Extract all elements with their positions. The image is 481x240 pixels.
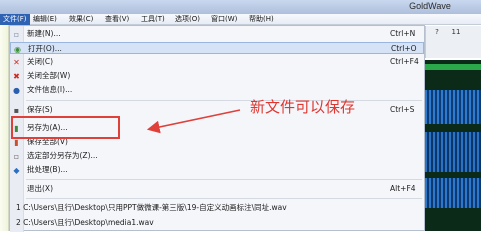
annotation-text: 新文件可以保存 [250,98,356,116]
annotation-arrow [146,109,241,134]
